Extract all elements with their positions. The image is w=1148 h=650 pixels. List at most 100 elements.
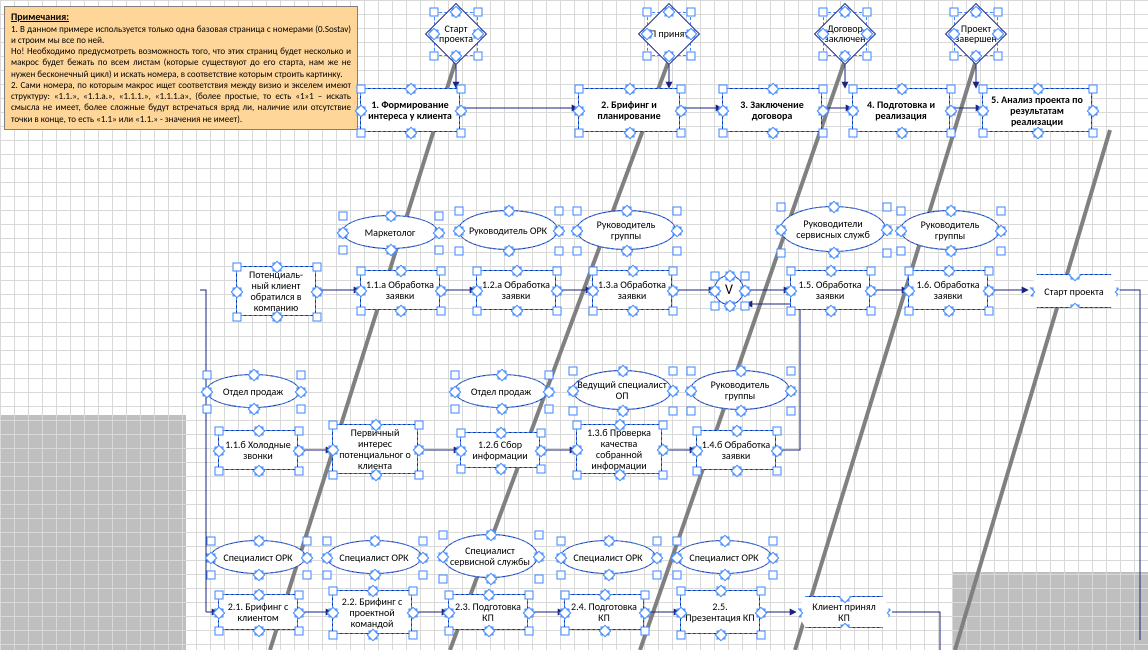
selection-handle[interactable] — [687, 367, 696, 376]
selection-handle[interactable] — [819, 52, 828, 61]
selection-handle[interactable] — [883, 249, 892, 258]
role-marketolog[interactable]: Маркетолог — [342, 215, 438, 249]
selection-handle[interactable] — [773, 427, 782, 436]
selection-handle[interactable] — [457, 85, 466, 94]
selection-handle[interactable] — [573, 471, 582, 480]
task-1-4-b[interactable]: 1.4.б Обработка заявки — [696, 430, 776, 470]
selection-handle[interactable] — [474, 8, 483, 17]
task-2-1[interactable]: 2.1. Брифинг с клиентом — [218, 594, 298, 630]
selection-handle[interactable] — [787, 307, 796, 316]
selection-handle[interactable] — [643, 8, 652, 17]
selection-handle[interactable] — [295, 467, 304, 476]
selection-handle[interactable] — [295, 591, 304, 600]
selection-handle[interactable] — [994, 8, 1003, 17]
selection-handle[interactable] — [641, 627, 650, 636]
selection-handle[interactable] — [323, 571, 332, 580]
selection-handle[interactable] — [669, 407, 678, 416]
selection-handle[interactable] — [409, 631, 418, 640]
selection-handle[interactable] — [757, 631, 766, 640]
selection-handle[interactable] — [1089, 129, 1098, 138]
selection-handle[interactable] — [329, 587, 338, 596]
selection-handle[interactable] — [207, 571, 216, 580]
selection-handle[interactable] — [215, 467, 224, 476]
selection-handle[interactable] — [545, 371, 554, 380]
role-service-heads[interactable]: Руководители сервисных служб — [780, 206, 886, 252]
selection-handle[interactable] — [994, 52, 1003, 61]
role-ruk-ork[interactable]: Руководитель ОРК — [458, 210, 558, 250]
selection-handle[interactable] — [357, 267, 366, 276]
role-ruk-group-1[interactable]: Руководитель группы — [576, 210, 676, 250]
selection-handle[interactable] — [535, 575, 544, 584]
selection-handle[interactable] — [525, 591, 534, 600]
selection-handle[interactable] — [451, 371, 460, 380]
task-primary-interest[interactable]: Первичный интерес потенциальног о клиент… — [332, 424, 418, 474]
selection-handle[interactable] — [997, 247, 1006, 256]
selection-handle[interactable] — [673, 247, 682, 256]
selection-handle[interactable] — [474, 52, 483, 61]
phase-1[interactable]: 1. Формирование интереса у клиента — [360, 88, 460, 132]
selection-handle[interactable] — [659, 471, 668, 480]
task-1-1-a[interactable]: 1.1.а Обработка заявки — [360, 270, 440, 310]
selection-handle[interactable] — [455, 247, 464, 256]
selection-handle[interactable] — [455, 207, 464, 216]
selection-handle[interactable] — [435, 246, 444, 255]
selection-handle[interactable] — [561, 627, 570, 636]
selection-handle[interactable] — [677, 129, 686, 138]
selection-handle[interactable] — [575, 85, 584, 94]
selection-handle[interactable] — [673, 207, 682, 216]
note-box[interactable]: Примечания: 1. В данном примере использу… — [4, 6, 358, 130]
selection-handle[interactable] — [693, 427, 702, 436]
selection-handle[interactable] — [575, 129, 584, 138]
selection-handle[interactable] — [757, 587, 766, 596]
selection-handle[interactable] — [203, 371, 212, 380]
selection-handle[interactable] — [819, 8, 828, 17]
selection-handle[interactable] — [693, 467, 702, 476]
selection-handle[interactable] — [673, 571, 682, 580]
task-1-3-a[interactable]: 1.3.а Обработка заявки — [592, 270, 672, 310]
selection-handle[interactable] — [297, 371, 306, 380]
selection-handle[interactable] — [863, 8, 872, 17]
selection-handle[interactable] — [313, 263, 322, 272]
selection-handle[interactable] — [437, 267, 446, 276]
selection-handle[interactable] — [451, 405, 460, 414]
task-1-3-b[interactable]: 1.3.б Проверка качества собранной информ… — [576, 424, 662, 474]
selection-handle[interactable] — [435, 212, 444, 221]
selection-handle[interactable] — [457, 129, 466, 138]
selection-handle[interactable] — [643, 52, 652, 61]
role-lead-op[interactable]: Ведущий специалист ОП — [572, 370, 672, 410]
selection-handle[interactable] — [669, 367, 678, 376]
selection-handle[interactable] — [409, 587, 418, 596]
selection-handle[interactable] — [329, 471, 338, 480]
selection-handle[interactable] — [589, 267, 598, 276]
selection-handle[interactable] — [303, 537, 312, 546]
selection-handle[interactable] — [711, 272, 720, 281]
selection-handle[interactable] — [741, 302, 750, 311]
selection-handle[interactable] — [897, 247, 906, 256]
selection-handle[interactable] — [947, 85, 956, 94]
selection-handle[interactable] — [295, 427, 304, 436]
selection-handle[interactable] — [437, 307, 446, 316]
selection-handle[interactable] — [329, 421, 338, 430]
selection-handle[interactable] — [569, 367, 578, 376]
task-2-4[interactable]: 2.4. Подготовка КП — [564, 594, 644, 630]
selection-handle[interactable] — [997, 207, 1006, 216]
role-spec-ork-4[interactable]: Специалист ОРК — [676, 540, 772, 574]
selection-handle[interactable] — [303, 571, 312, 580]
selection-handle[interactable] — [553, 267, 562, 276]
selection-handle[interactable] — [215, 591, 224, 600]
selection-handle[interactable] — [787, 407, 796, 416]
selection-handle[interactable] — [669, 267, 678, 276]
selection-handle[interactable] — [439, 575, 448, 584]
selection-handle[interactable] — [867, 267, 876, 276]
selection-handle[interactable] — [457, 465, 466, 474]
selection-handle[interactable] — [863, 52, 872, 61]
role-sales-1[interactable]: Отдел продаж — [206, 374, 300, 408]
selection-handle[interactable] — [777, 249, 786, 258]
selection-handle[interactable] — [687, 407, 696, 416]
role-service-spec[interactable]: Специалист сервисной службы — [442, 534, 538, 578]
selection-handle[interactable] — [555, 207, 564, 216]
selection-handle[interactable] — [557, 571, 566, 580]
start-client-contact[interactable]: Потенциаль-ный клиент обратился в компан… — [236, 266, 316, 316]
diamond-project-done[interactable]: Проект завершен — [954, 12, 998, 56]
selection-handle[interactable] — [445, 591, 454, 600]
